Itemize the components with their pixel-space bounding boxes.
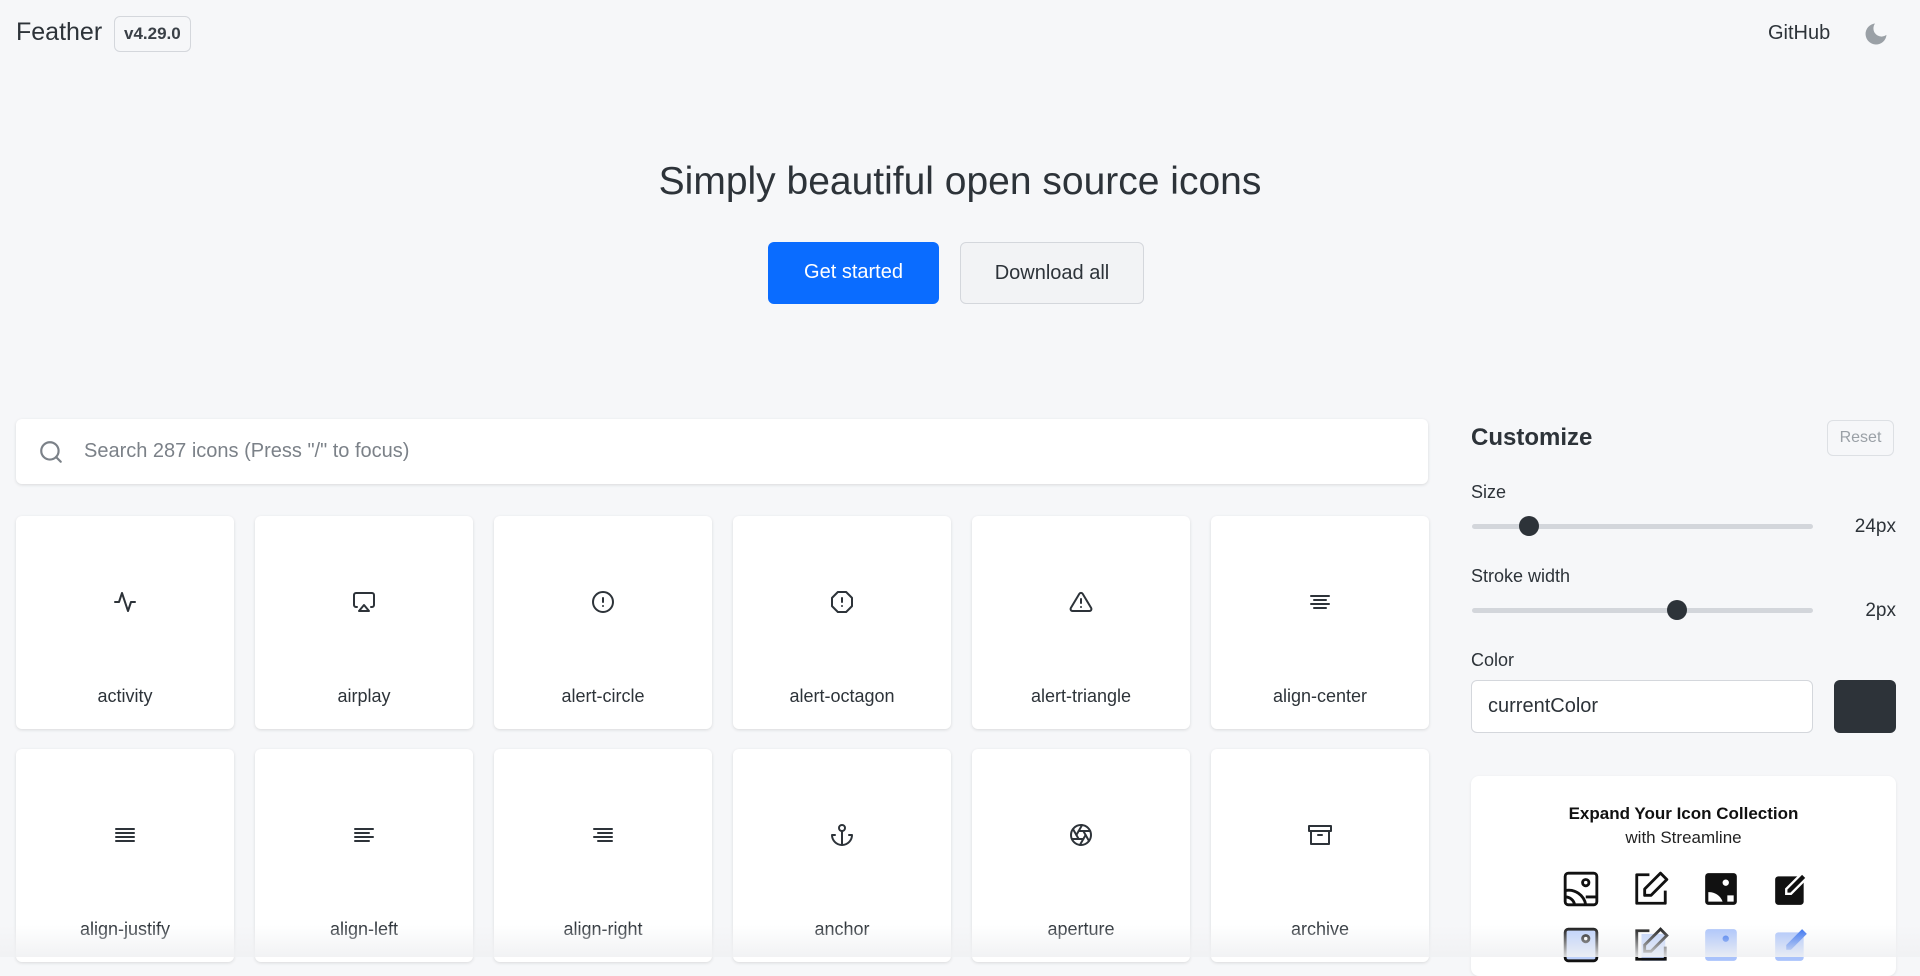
edit-outline-icon [1635, 871, 1669, 905]
color-swatch[interactable] [1834, 680, 1896, 733]
icon-name: airplay [337, 686, 391, 706]
icon-card-activity[interactable]: activity [16, 516, 234, 729]
github-link[interactable]: GitHub [1768, 22, 1830, 45]
image-solid-icon [1705, 873, 1737, 905]
alert-circle-icon [592, 591, 614, 613]
align-right-icon [593, 828, 613, 842]
icon-card-alert-octagon[interactable]: alert-octagon [733, 516, 951, 729]
stroke-width-slider[interactable] [1472, 600, 1813, 620]
alert-triangle-icon [1069, 591, 1093, 612]
moon-icon[interactable] [1862, 20, 1890, 48]
search-input[interactable] [84, 419, 1384, 484]
customize-title: Customize [1471, 424, 1593, 451]
icon-name: align-center [1272, 686, 1368, 706]
bottom-fade [0, 925, 1920, 957]
search-icon [40, 441, 62, 463]
aperture-icon [1070, 824, 1092, 846]
stroke-width-value: 2px [1865, 600, 1896, 621]
airplay-icon [353, 592, 375, 612]
promo-subtitle: with Streamline [1625, 828, 1742, 847]
size-slider[interactable] [1472, 516, 1813, 536]
anchor-icon [831, 824, 853, 846]
icon-name: alert-octagon [789, 686, 895, 706]
color-input[interactable] [1471, 680, 1813, 733]
promo-title: Expand Your Icon Collection [1568, 804, 1799, 823]
size-slider-thumb[interactable] [1518, 516, 1539, 536]
color-label: Color [1471, 650, 1515, 670]
edit-solid-icon [1775, 871, 1809, 905]
image-outline-icon [1563, 871, 1599, 907]
search-bar[interactable] [16, 419, 1428, 484]
icon-name: alert-circle [561, 686, 645, 706]
size-label: Size [1471, 482, 1507, 502]
brand-logo[interactable]: Feather [16, 18, 102, 47]
stroke-width-slider-thumb[interactable] [1666, 600, 1687, 620]
align-left-icon [354, 828, 374, 842]
size-value: 24px [1854, 516, 1896, 537]
stroke-width-label: Stroke width [1471, 566, 1571, 586]
activity-icon [114, 592, 136, 612]
archive-icon [1308, 825, 1332, 845]
alert-octagon-icon [831, 591, 853, 613]
icon-card-alert-triangle[interactable]: alert-triangle [972, 516, 1190, 729]
icon-name: activity [97, 686, 153, 706]
align-center-icon [1310, 595, 1330, 609]
icon-card-align-center[interactable]: align-center [1211, 516, 1429, 729]
reset-button[interactable]: Reset [1827, 420, 1894, 456]
align-justify-icon [115, 828, 135, 842]
hero-title: Simply beautiful open source icons [658, 160, 1262, 203]
icon-card-alert-circle[interactable]: alert-circle [494, 516, 712, 729]
icon-card-airplay[interactable]: airplay [255, 516, 473, 729]
get-started-button[interactable]: Get started [768, 242, 939, 304]
icon-name: alert-triangle [1030, 686, 1132, 706]
download-all-button[interactable]: Download all [960, 242, 1144, 304]
version-badge: v4.29.0 [114, 16, 191, 52]
